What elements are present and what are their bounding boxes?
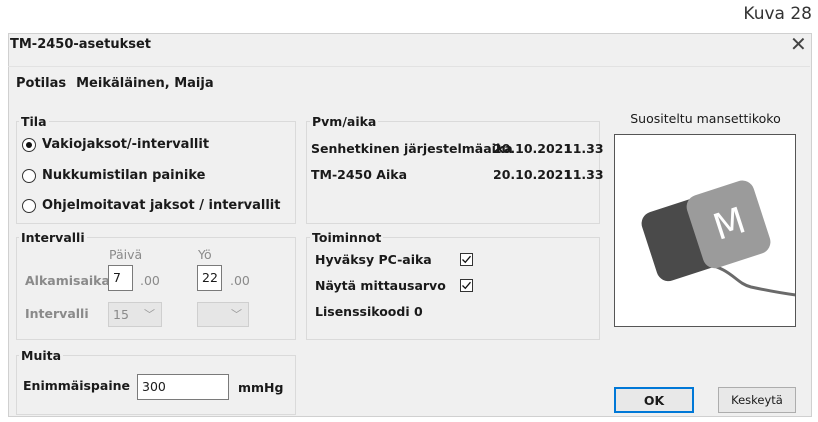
license-code: Lisenssikoodi 0 (315, 304, 423, 319)
close-icon[interactable]: ✕ (790, 32, 807, 56)
checkmark-icon (462, 281, 471, 290)
cuff-image-panel: M (614, 134, 797, 327)
radio-nukkumistila[interactable]: Nukkumistilan painike (22, 168, 205, 183)
day-interval-select[interactable]: 15 ﹀ (108, 302, 162, 327)
checkmark-icon (462, 255, 471, 264)
radio-selected-icon (22, 137, 36, 152)
day-column-label: Päivä (109, 247, 143, 262)
start-time-label: Alkamisaika (25, 273, 110, 288)
day-start-hour-input[interactable]: 7 (108, 265, 133, 291)
max-pressure-input[interactable]: 300 (137, 374, 229, 400)
radio-unselected-icon (22, 198, 36, 213)
window-title: TM-2450-asetukset (10, 37, 151, 52)
max-pressure-label: Enimmäispaine (23, 378, 130, 393)
ok-button-label: OK (643, 392, 665, 408)
chevron-down-icon: ﹀ (231, 308, 242, 321)
figure-caption: Kuva 28 (743, 4, 812, 24)
show-value-checkbox[interactable] (460, 279, 473, 292)
show-value-label: Näytä mittausarvo (315, 278, 446, 293)
night-start-hour-input[interactable]: 22 (197, 265, 222, 291)
cancel-button[interactable]: Keskeytä (718, 387, 796, 413)
pressure-unit: mmHg (238, 380, 284, 395)
accept-pc-time-label: Hyväksy PC-aika (315, 252, 432, 267)
radio-vakiojaksot[interactable]: Vakiojaksot/-intervallit (22, 137, 209, 152)
title-separator (8, 66, 810, 67)
patient-name: Meikäläinen, Maija (76, 76, 214, 91)
night-start-minutes: .00 (230, 273, 250, 288)
device-time-label: TM-2450 Aika (311, 167, 408, 182)
toiminnot-group-label: Toiminnot (310, 230, 384, 245)
interval-label: Intervalli (25, 306, 89, 321)
day-interval-value: 15 (113, 307, 129, 322)
intervalli-group-label: Intervalli (19, 230, 87, 245)
day-start-minutes: .00 (140, 273, 160, 288)
night-interval-select[interactable]: ﹀ (197, 302, 249, 327)
patient-row: Potilas Meikäläinen, Maija (16, 76, 214, 91)
patient-label: Potilas (16, 76, 67, 91)
ok-button[interactable]: OK (614, 387, 694, 413)
cancel-button-label: Keskeytä (731, 393, 783, 407)
accept-pc-time-checkbox[interactable] (460, 253, 473, 266)
device-time-value: 11.33 (564, 167, 604, 182)
night-column-label: Yö (198, 247, 212, 262)
system-time-value: 11.33 (564, 141, 604, 156)
muita-group-label: Muita (19, 348, 64, 363)
cuff-image: M (641, 180, 797, 297)
datetime-group-label: Pvm/aika (310, 114, 379, 129)
device-date-value: 20.10.2021 (493, 167, 573, 182)
radio-label: Ohjelmoitavat jaksot / intervallit (42, 198, 281, 213)
radio-ohjelmoitavat[interactable]: Ohjelmoitavat jaksot / intervallit (22, 198, 280, 213)
tila-group-label: Tila (19, 114, 49, 129)
radio-label: Nukkumistilan painike (42, 168, 206, 183)
chevron-down-icon: ﹀ (144, 308, 155, 321)
radio-unselected-icon (22, 168, 36, 183)
system-time-label: Senhetkinen järjestelmäaika (311, 141, 513, 156)
cuff-size-label: Suositeltu mansettikoko (630, 111, 781, 126)
system-date-value: 20.10.2021 (493, 141, 573, 156)
radio-label: Vakiojaksot/-intervallit (42, 137, 210, 152)
